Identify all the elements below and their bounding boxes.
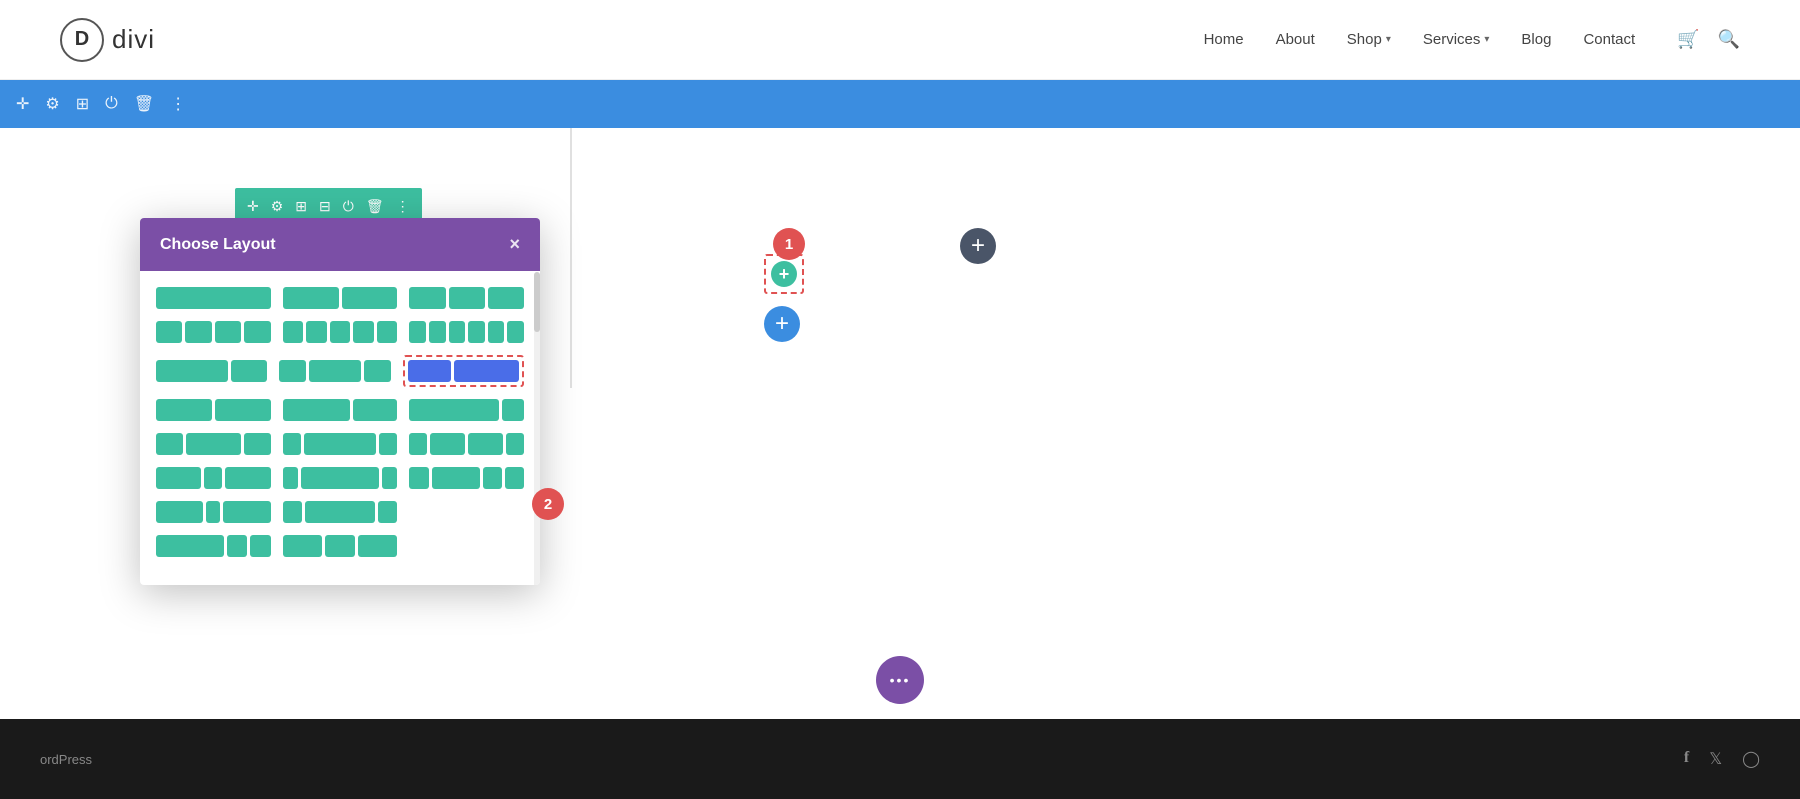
- layout-row-3: [156, 355, 524, 387]
- logo-icon: D: [60, 18, 104, 62]
- bottom-dots-button[interactable]: •••: [876, 656, 924, 704]
- layout-r5c[interactable]: [409, 433, 524, 455]
- header: D divi Home About Shop ▾ Services ▾ Blog…: [0, 0, 1800, 80]
- dots-icon: •••: [890, 672, 911, 688]
- shop-chevron: ▾: [1386, 34, 1391, 45]
- add-section-dashed-button[interactable]: +: [764, 254, 804, 294]
- nav-about[interactable]: About: [1276, 31, 1315, 48]
- layout-2col-blue-selected[interactable]: [403, 355, 524, 387]
- modal-scrollbar-thumb: [534, 272, 540, 332]
- layout-r4c[interactable]: [409, 399, 524, 421]
- step-badge-1: 1: [773, 228, 805, 260]
- layout-r6c[interactable]: [409, 467, 524, 489]
- layout-row-6: [156, 467, 524, 489]
- layout-r8a[interactable]: [156, 535, 271, 557]
- nav-utility-icons: 🛒 🔍: [1677, 29, 1740, 50]
- facebook-icon[interactable]: f: [1684, 749, 1689, 769]
- step-badge-2: 2: [532, 488, 564, 520]
- add-section-dark-button[interactable]: +: [960, 228, 996, 264]
- layout-r6a[interactable]: [156, 467, 271, 489]
- top-toolbar: ✛ ⚙ ⊞ ⏻ 🗑 ⋮: [0, 80, 1800, 128]
- add-section-dashed-plus: +: [771, 261, 797, 287]
- st-add-icon[interactable]: ✛: [247, 198, 259, 215]
- nav-services[interactable]: Services ▾: [1423, 31, 1490, 48]
- layout-row-7: [156, 501, 524, 523]
- layout-r4b[interactable]: [283, 399, 398, 421]
- layout-row-5: [156, 433, 524, 455]
- instagram-icon[interactable]: ◯: [1742, 749, 1760, 769]
- st-layout-icon[interactable]: ⊞: [295, 198, 307, 215]
- modal-close-button[interactable]: ×: [509, 234, 520, 255]
- nav-home[interactable]: Home: [1204, 31, 1244, 48]
- layout-r5b[interactable]: [283, 433, 398, 455]
- layout-r4a[interactable]: [156, 399, 271, 421]
- layout-r7a[interactable]: [156, 501, 271, 523]
- nav-contact[interactable]: Contact: [1583, 31, 1635, 48]
- layout-6col[interactable]: [409, 321, 524, 343]
- layout-r8b[interactable]: [283, 535, 398, 557]
- layout-2col-equal[interactable]: [283, 287, 398, 309]
- twitter-icon[interactable]: 𝕏: [1709, 749, 1722, 769]
- layout-r5a[interactable]: [156, 433, 271, 455]
- layout-row-1: [156, 287, 524, 309]
- layout-4col[interactable]: [156, 321, 271, 343]
- layout-r7b[interactable]: [283, 501, 398, 523]
- toolbar-add-icon[interactable]: ✛: [16, 94, 29, 114]
- layout-row-2: [156, 321, 524, 343]
- main-content: ✛ ⚙ ⊞ ⊟ ⏻ 🗑 ⋮ Choose Layout ×: [0, 128, 1800, 799]
- st-settings-icon[interactable]: ⚙: [271, 198, 284, 215]
- services-chevron: ▾: [1484, 34, 1489, 45]
- st-more-icon[interactable]: ⋮: [396, 198, 410, 215]
- toolbar-settings-icon[interactable]: ⚙: [45, 94, 59, 114]
- layout-row-8: [156, 535, 524, 557]
- st-power-icon[interactable]: ⏻: [343, 198, 354, 215]
- layout-1col[interactable]: [156, 287, 271, 309]
- layout-row-4: [156, 399, 524, 421]
- toolbar-delete-icon[interactable]: 🗑: [134, 94, 154, 114]
- search-icon[interactable]: 🔍: [1718, 29, 1740, 50]
- v-divider: [570, 128, 572, 388]
- logo-text: divi: [112, 24, 155, 55]
- modal-header: Choose Layout ×: [140, 218, 540, 271]
- layout-5col[interactable]: [283, 321, 398, 343]
- layout-r6b[interactable]: [283, 467, 398, 489]
- modal-title: Choose Layout: [160, 236, 276, 254]
- logo[interactable]: D divi: [60, 18, 155, 62]
- toolbar-power-icon[interactable]: ⏻: [105, 95, 118, 113]
- add-section-dark-plus: +: [971, 234, 985, 258]
- modal-body: [140, 271, 540, 585]
- main-nav: Home About Shop ▾ Services ▾ Blog Contac…: [1204, 29, 1740, 50]
- modal-scrollbar[interactable]: [534, 272, 540, 585]
- st-delete-icon[interactable]: 🗑: [366, 198, 384, 215]
- st-columns-icon[interactable]: ⊟: [319, 198, 331, 215]
- layout-3col-equal[interactable]: [409, 287, 524, 309]
- choose-layout-modal: Choose Layout ×: [140, 218, 540, 585]
- footer-social-icons: f 𝕏 ◯: [1684, 749, 1760, 769]
- layout-2col-left[interactable]: [156, 360, 267, 382]
- nav-shop[interactable]: Shop ▾: [1347, 31, 1391, 48]
- toolbar-layout-icon[interactable]: ⊞: [76, 94, 89, 114]
- cart-icon[interactable]: 🛒: [1677, 29, 1699, 50]
- layout-2col-right[interactable]: [279, 360, 390, 382]
- footer-bar: ordPress f 𝕏 ◯: [0, 719, 1800, 799]
- add-section-blue-button[interactable]: +: [764, 306, 800, 342]
- add-section-blue-plus: +: [775, 312, 789, 336]
- toolbar-more-icon[interactable]: ⋮: [170, 94, 186, 114]
- nav-blog[interactable]: Blog: [1521, 31, 1551, 48]
- footer-text: ordPress: [40, 752, 92, 767]
